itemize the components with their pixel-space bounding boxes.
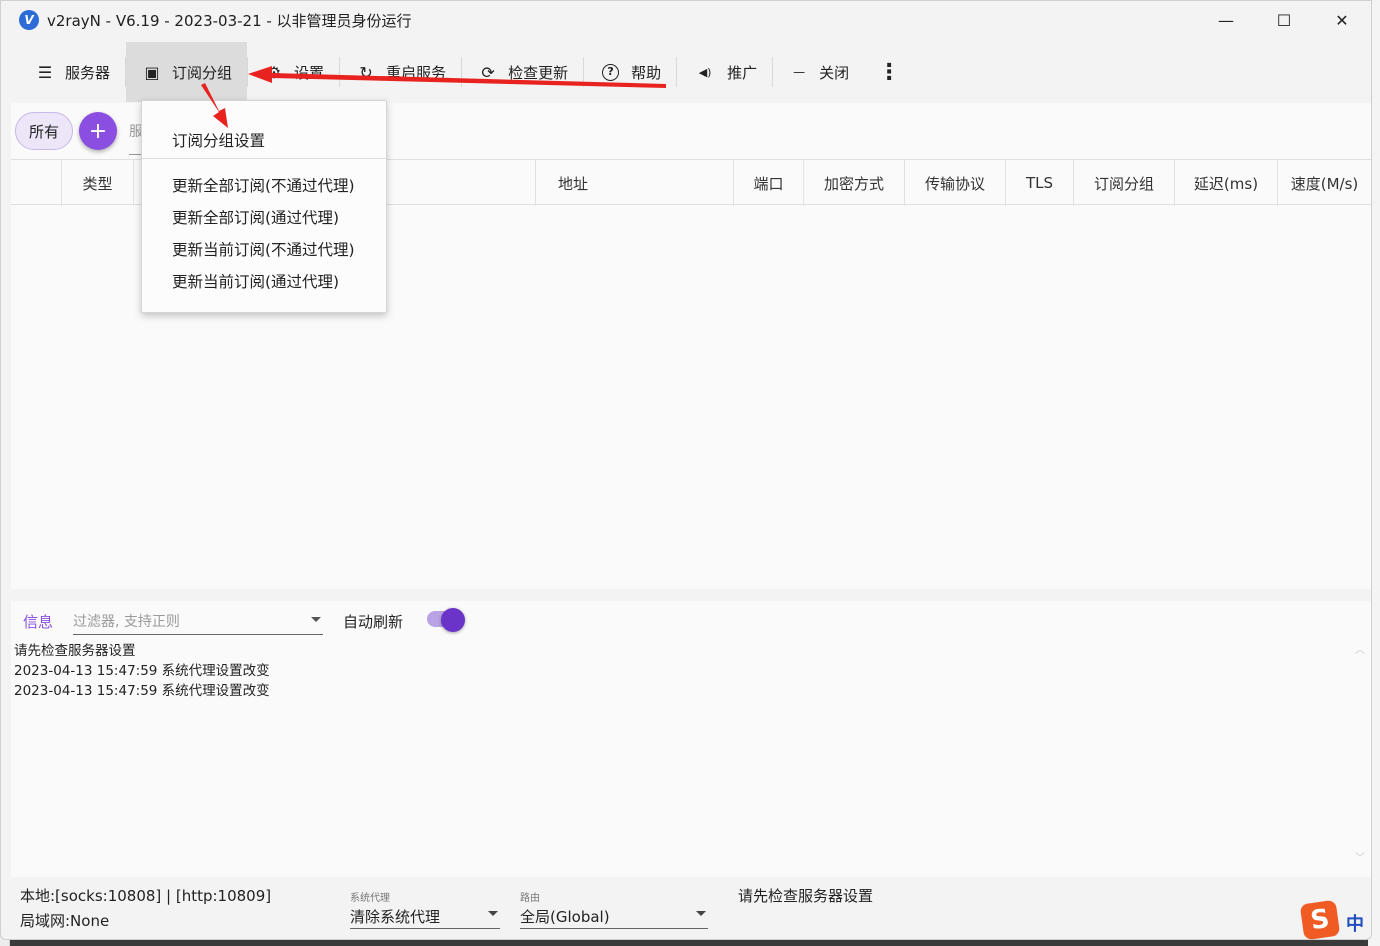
log-info-tab[interactable]: 信息 [23, 611, 53, 632]
log-panel: 信息 过滤器, 支持正则 自动刷新 请先检查服务器设置 2023-04-13 1… [11, 601, 1371, 877]
lan-info: 局域网:None [20, 912, 110, 930]
subscription-dropdown-menu: 订阅分组设置 更新全部订阅(不通过代理) 更新全部订阅(通过代理) 更新当前订阅… [141, 100, 388, 313]
column-subscription-group[interactable]: 订阅分组 [1073, 160, 1174, 206]
system-proxy-select[interactable]: 系统代理 清除系统代理 [350, 889, 500, 929]
main-toolbar: ☰ 服务器 ▣ 订阅分组 ⚙ 设置 ↻ 重启服务 ⟳ 检查更新 ? 帮助 ◀) … [19, 41, 914, 103]
toolbar-close-label: 关闭 [819, 63, 850, 82]
toolbar-servers-button[interactable]: ☰ 服务器 [19, 42, 125, 102]
system-proxy-value: 清除系统代理 [350, 908, 441, 926]
scroll-up-icon[interactable]: ︿ [1355, 641, 1365, 656]
chevron-down-icon[interactable] [311, 617, 321, 622]
column-transport[interactable]: 传输协议 [904, 160, 1005, 206]
toolbar-restart-label: 重启服务 [386, 63, 447, 82]
menu-item-update-all-proxy[interactable]: 更新全部订阅(通过代理) [172, 206, 339, 228]
scroll-down-icon[interactable]: ﹀ [1355, 849, 1365, 864]
toolbar-promote-button[interactable]: ◀) 推广 [677, 42, 772, 102]
log-line: 2023-04-13 15:47:59 系统代理设置改变 [14, 683, 270, 699]
status-bar: 本地:[socks:10808] | [http:10809] 局域网:None… [11, 877, 1371, 939]
toolbar-restart-button[interactable]: ↻ 重启服务 [340, 42, 461, 102]
auto-refresh-label: 自动刷新 [343, 613, 404, 631]
toolbar-subscription-label: 订阅分组 [172, 63, 233, 82]
column-address[interactable]: 地址 [535, 160, 733, 206]
server-icon: ☰ [37, 62, 53, 82]
toolbar-settings-label: 设置 [294, 63, 325, 82]
more-options-icon[interactable]: ⋮ [864, 60, 914, 85]
toolbar-help-button[interactable]: ? 帮助 [584, 42, 676, 102]
sogou-ime-icon: S [1299, 899, 1341, 941]
toolbar-settings-button[interactable]: ⚙ 设置 [248, 42, 339, 102]
title-bar: V v2rayN - V6.19 - 2023-03-21 - 以非管理员身份运… [1, 1, 1371, 39]
toolbar-check-update-label: 检查更新 [508, 63, 569, 82]
gear-icon: ⚙ [266, 62, 282, 82]
routing-value: 全局(Global) [520, 908, 610, 926]
add-group-button[interactable]: + [79, 112, 117, 150]
chevron-down-icon [488, 911, 498, 916]
help-icon: ? [602, 63, 620, 81]
menu-item-update-current-no-proxy[interactable]: 更新当前订阅(不通过代理) [172, 238, 355, 260]
toolbar-help-label: 帮助 [631, 63, 662, 82]
auto-refresh-toggle-knob[interactable] [441, 608, 465, 632]
log-line: 请先检查服务器设置 [14, 643, 136, 659]
toolbar-close-button[interactable]: — 关闭 [773, 42, 864, 102]
local-port-info: 本地:[socks:10808] | [http:10809] [20, 887, 272, 905]
window-title: v2rayN - V6.19 - 2023-03-21 - 以非管理员身份运行 [47, 11, 412, 30]
log-line: 2023-04-13 15:47:59 系统代理设置改变 [14, 663, 270, 679]
update-icon: ⟳ [481, 62, 495, 82]
restart-icon: ↻ [359, 62, 373, 82]
menu-item-update-all-no-proxy[interactable]: 更新全部订阅(不通过代理) [172, 174, 355, 196]
toolbar-promote-label: 推广 [727, 63, 758, 82]
status-message: 请先检查服务器设置 [738, 887, 874, 905]
menu-item-subscription-settings[interactable]: 订阅分组设置 [172, 129, 265, 151]
column-speed[interactable]: 速度(M/s) [1277, 160, 1371, 206]
toolbar-subscription-button[interactable]: ▣ 订阅分组 [126, 42, 248, 102]
maximize-button[interactable]: ☐ [1255, 1, 1313, 39]
ime-indicator[interactable]: S 中 [1299, 899, 1380, 946]
column-tls[interactable]: TLS [1005, 160, 1073, 206]
menu-divider [142, 158, 388, 159]
log-output: 请先检查服务器设置 2023-04-13 15:47:59 系统代理设置改变 2… [14, 641, 270, 701]
close-window-button[interactable]: ✕ [1313, 1, 1371, 39]
column-encryption[interactable]: 加密方式 [803, 160, 904, 206]
v2rayn-logo-icon: V [19, 10, 39, 30]
minimize-button[interactable]: — [1197, 1, 1255, 39]
routing-select[interactable]: 路由 全局(Global) [520, 889, 708, 929]
log-filter-combobox[interactable]: 过滤器, 支持正则 [73, 607, 323, 635]
toolbar-servers-label: 服务器 [65, 63, 111, 82]
subscription-icon: ▣ [144, 62, 160, 82]
speaker-icon: ◀) [698, 65, 712, 79]
minus-icon: — [793, 65, 806, 79]
log-filter-placeholder: 过滤器, 支持正则 [73, 613, 180, 630]
column-port[interactable]: 端口 [733, 160, 803, 206]
system-proxy-caption: 系统代理 [350, 893, 390, 904]
column-delay[interactable]: 延迟(ms) [1174, 160, 1277, 206]
ime-mode-label: 中 [1346, 914, 1364, 935]
routing-caption: 路由 [520, 893, 540, 904]
chevron-down-icon [696, 911, 706, 916]
toolbar-check-update-button[interactable]: ⟳ 检查更新 [462, 42, 583, 102]
column-type[interactable]: 类型 [61, 160, 133, 206]
group-all-chip[interactable]: 所有 [15, 112, 73, 150]
menu-item-update-current-proxy[interactable]: 更新当前订阅(通过代理) [172, 270, 339, 292]
